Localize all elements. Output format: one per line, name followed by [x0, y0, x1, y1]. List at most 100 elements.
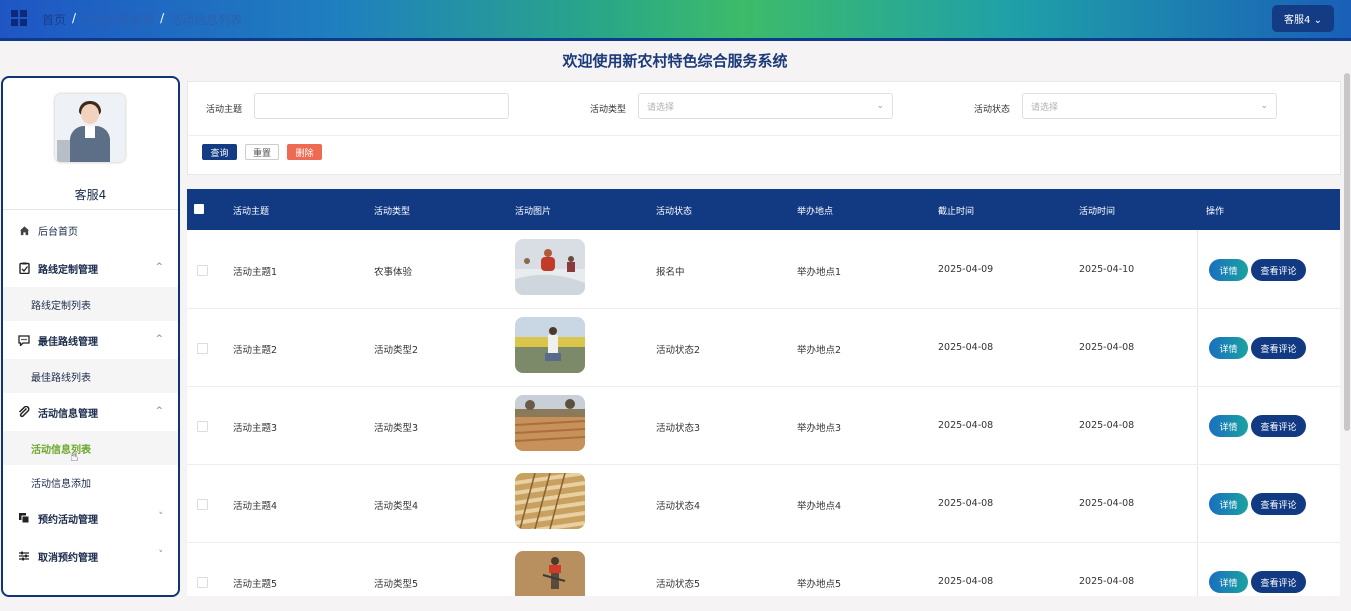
cell-type: 活动类型2 [374, 345, 419, 356]
sidebar-item-label: 后台首页 [38, 226, 78, 238]
cell-topic: 活动主题2 [233, 345, 278, 356]
top-bar: 首页 / 活动信息管理 / 活动信息列表 客服4 ⌄ [0, 0, 1351, 41]
sidebar-item-home[interactable]: 后台首页 [3, 211, 178, 249]
cell-type: 活动类型5 [374, 579, 419, 590]
sidebar-item-cancel-booking[interactable]: 取消预约管理 ˅ [3, 537, 178, 575]
sidebar-subitem-best-route-list[interactable]: 最佳路线列表 [3, 359, 178, 393]
view-comments-button[interactable]: 查看评论 [1251, 415, 1306, 437]
sidebar-subitem-route-custom-list[interactable]: 路线定制列表 [3, 287, 178, 321]
view-comments-button[interactable]: 查看评论 [1251, 571, 1306, 593]
sidebar-item-label: 路线定制管理 [38, 264, 98, 276]
query-button[interactable]: 查询 [202, 144, 237, 160]
divider [188, 135, 1340, 136]
detail-button[interactable]: 详情 [1209, 415, 1248, 437]
activity-image[interactable] [515, 317, 585, 373]
select-all-checkbox[interactable] [194, 204, 204, 214]
row-checkbox[interactable] [197, 343, 208, 354]
search-panel: 活动主题 活动类型 请选择 ⌄ 活动状态 请选择 ⌄ 查询 重置 删除 [187, 81, 1341, 175]
cell-place: 举办地点2 [797, 345, 842, 356]
table-row: 活动主题1 农事体验 报名中 举办地点1 2025-04-09 2025-04-… [187, 230, 1340, 309]
paperclip-icon [18, 406, 30, 418]
view-comments-button[interactable]: 查看评论 [1251, 337, 1306, 359]
row-checkbox[interactable] [197, 499, 208, 510]
home-icon [18, 224, 30, 236]
status-select-placeholder: 请选择 [1031, 102, 1059, 113]
table-row: 活动主题3 活动类型3 活动状态3 举办地点3 2025-04-08 2025-… [187, 386, 1340, 465]
cell-time: 2025-04-08 [1079, 420, 1135, 431]
detail-button[interactable]: 详情 [1209, 337, 1248, 359]
breadcrumb-separator: / [72, 11, 77, 25]
cell-time: 2025-04-10 [1079, 264, 1135, 275]
activity-image[interactable] [515, 473, 585, 529]
copy-icon [18, 512, 30, 524]
breadcrumb-activity-list: 活动信息列表 [170, 13, 243, 27]
cell-time: 2025-04-08 [1079, 342, 1135, 353]
menu-grid-icon[interactable] [11, 10, 27, 26]
topic-label: 活动主题 [206, 105, 243, 115]
view-comments-button[interactable]: 查看评论 [1251, 259, 1306, 281]
divider [3, 209, 178, 210]
sidebar-subitem-activity-add[interactable]: 活动信息添加 [3, 465, 178, 499]
activity-image[interactable] [515, 395, 585, 451]
status-select[interactable]: 请选择 ⌄ [1022, 93, 1277, 119]
detail-button[interactable]: 详情 [1209, 259, 1248, 281]
topic-input[interactable] [254, 93, 509, 119]
breadcrumb-separator: / [160, 11, 165, 25]
column-header-type: 活动类型 [374, 207, 411, 217]
sidebar-item-activity-management[interactable]: 活动信息管理 ^ [3, 393, 178, 431]
cell-time: 2025-04-08 [1079, 498, 1135, 509]
sidebar-subitem-activity-list[interactable]: 活动信息列表 [3, 431, 178, 465]
chevron-up-icon: ^ [155, 334, 163, 344]
row-checkbox[interactable] [197, 577, 208, 588]
reset-button[interactable]: 重置 [245, 144, 279, 160]
sidebar-item-route-custom[interactable]: 路线定制管理 ^ [3, 249, 178, 287]
breadcrumb: 首页 / 活动信息管理 / 活动信息列表 [42, 11, 242, 28]
sidebar-menu: 后台首页 路线定制管理 ^ 路线定制列表 最佳路线管理 ^ 最佳路线列表 活动信… [3, 211, 178, 575]
cell-topic: 活动主题5 [233, 579, 278, 590]
mouse-pointer-icon: ☝ [70, 449, 79, 465]
column-header-time: 活动时间 [1079, 207, 1116, 217]
sidebar-item-best-route[interactable]: 最佳路线管理 ^ [3, 321, 178, 359]
chevron-down-icon: ⌄ [1260, 101, 1268, 111]
delete-button[interactable]: 删除 [287, 144, 322, 160]
view-comments-button[interactable]: 查看评论 [1251, 493, 1306, 515]
cell-place: 举办地点3 [797, 423, 842, 434]
cell-deadline: 2025-04-08 [938, 576, 994, 587]
activity-image[interactable] [515, 551, 585, 596]
detail-button[interactable]: 详情 [1209, 571, 1248, 593]
chevron-down-icon: ˅ [158, 550, 164, 560]
cell-status: 活动状态3 [656, 423, 701, 434]
chevron-up-icon: ^ [155, 406, 163, 416]
breadcrumb-activity-management[interactable]: 活动信息管理 [82, 11, 154, 28]
type-select[interactable]: 请选择 ⌄ [638, 93, 893, 119]
cell-deadline: 2025-04-08 [938, 498, 994, 509]
sidebar-item-label: 预约活动管理 [38, 514, 98, 526]
column-header-topic: 活动主题 [233, 207, 270, 217]
row-checkbox[interactable] [197, 265, 208, 276]
cell-place: 举办地点5 [797, 579, 842, 590]
user-menu-button[interactable]: 客服4 ⌄ [1272, 5, 1334, 32]
sidebar: 客服4 后台首页 路线定制管理 ^ 路线定制列表 最佳路线管理 ^ 最佳路线列表 [1, 76, 180, 597]
table-row: 活动主题4 活动类型4 活动状态4 举办地点4 2025-04-08 2025-… [187, 464, 1340, 543]
breadcrumb-home[interactable]: 首页 [42, 11, 66, 28]
cell-type: 农事体验 [374, 267, 413, 278]
chevron-down-icon: ˅ [158, 512, 164, 522]
cell-status: 报名中 [656, 267, 685, 278]
column-header-deadline: 截止时间 [938, 207, 975, 217]
cell-status: 活动状态2 [656, 345, 701, 356]
cell-place: 举办地点1 [797, 267, 842, 278]
detail-button[interactable]: 详情 [1209, 493, 1248, 515]
status-label: 活动状态 [974, 105, 1011, 115]
column-header-place: 举办地点 [797, 207, 834, 217]
cell-status: 活动状态4 [656, 501, 701, 512]
activity-table: 活动主题 活动类型 活动图片 活动状态 举办地点 截止时间 活动时间 操作 活动… [187, 189, 1340, 596]
sidebar-item-booking-management[interactable]: 预约活动管理 ˅ [3, 499, 178, 537]
table-row: 活动主题2 活动类型2 活动状态2 举办地点2 2025-04-08 2025-… [187, 308, 1340, 387]
cell-topic: 活动主题3 [233, 423, 278, 434]
page-scrollbar[interactable] [1344, 73, 1350, 431]
message-icon [18, 334, 30, 346]
cell-type: 活动类型4 [374, 501, 419, 512]
row-checkbox[interactable] [197, 421, 208, 432]
activity-image[interactable] [515, 239, 585, 295]
page-title: 欢迎使用新农村特色综合服务系统 [562, 52, 788, 70]
